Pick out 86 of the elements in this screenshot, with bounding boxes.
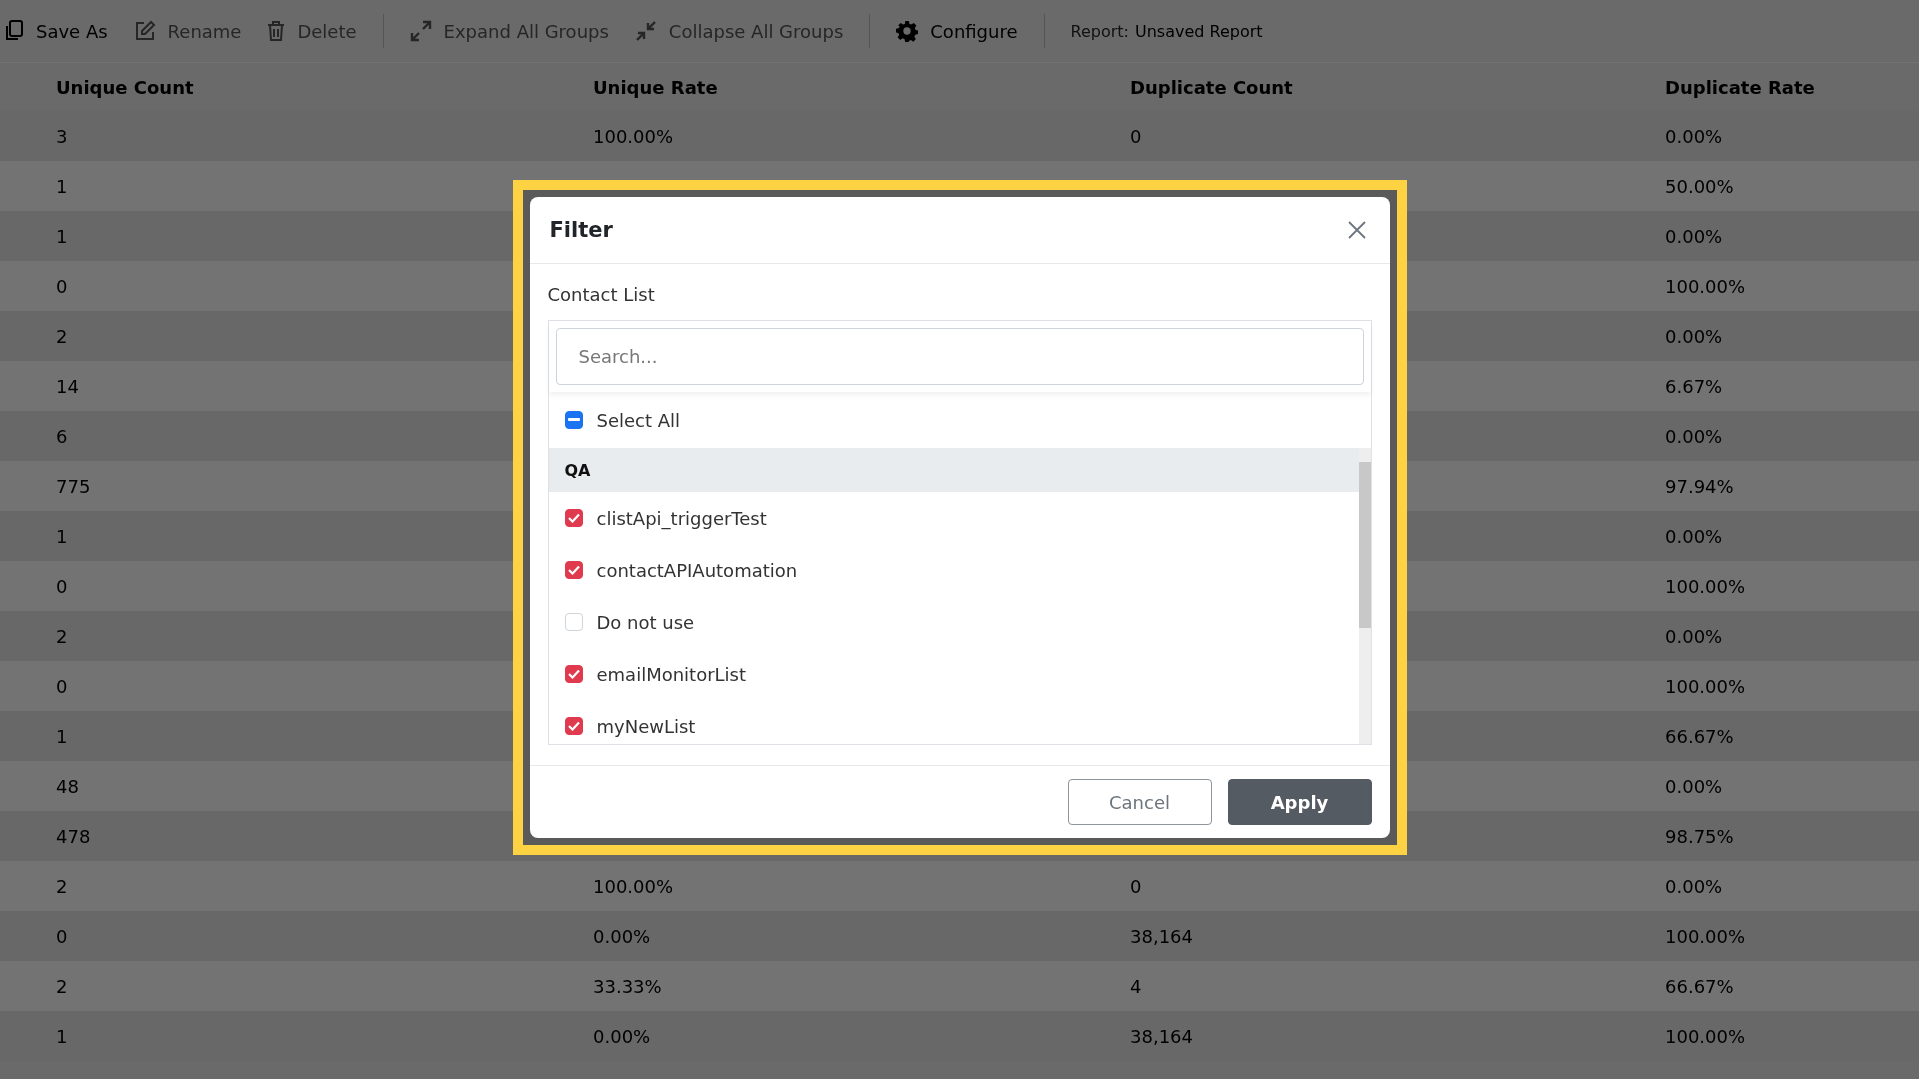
table-cell: 1: [56, 225, 68, 247]
scrollbar[interactable]: [1358, 448, 1371, 744]
table-cell: 66.67%: [1665, 725, 1734, 747]
collapse-icon: [634, 20, 657, 42]
table-cell: 0.00%: [1665, 875, 1723, 897]
table-cell: 100.00%: [593, 125, 674, 147]
table-cell: 0: [56, 925, 68, 947]
table-cell: 0: [1130, 875, 1142, 897]
table-cell: 0.00%: [593, 925, 651, 947]
table-cell: 4: [1130, 975, 1142, 997]
table-cell: 38,164: [1130, 925, 1193, 947]
table-cell: 0: [56, 275, 68, 297]
table-cell: 0: [56, 575, 68, 597]
toolbar-button[interactable]: Save As: [4, 20, 108, 42]
minus-icon: [567, 418, 580, 422]
table-cell: 100.00%: [1665, 925, 1746, 947]
apply-button[interactable]: Apply: [1227, 779, 1372, 825]
table-cell: 1: [56, 175, 68, 197]
field-label: Contact List: [547, 284, 655, 305]
table-cell: 0.00%: [1665, 125, 1723, 147]
table-cell: 0.00%: [1665, 425, 1723, 447]
table-cell: 775: [56, 475, 91, 497]
table-cell: 0.00%: [1665, 775, 1723, 797]
table-cell: 97.94%: [1665, 475, 1734, 497]
table-cell: 2: [56, 325, 68, 347]
check-icon: [567, 721, 580, 731]
checkbox[interactable]: [564, 717, 583, 735]
settings-icon: [896, 20, 919, 42]
column-header: Unique Count: [55, 76, 194, 98]
table-cell: 2: [56, 875, 68, 897]
table-cell: 0.00%: [593, 1025, 651, 1047]
search-field[interactable]: Search...: [555, 328, 1364, 385]
expand-icon: [409, 20, 432, 42]
table-cell: 38,164: [1130, 1025, 1193, 1047]
table-cell: 6.67%: [1665, 375, 1723, 397]
option-label[interactable]: emailMonitorList: [596, 663, 747, 685]
option-label[interactable]: contactAPIAutomation: [596, 559, 798, 581]
copy-icon: [4, 20, 24, 42]
edit-icon: [133, 20, 156, 42]
table-cell: 2: [56, 625, 68, 647]
check-icon: [567, 565, 580, 575]
table-cell: 48: [56, 775, 79, 797]
option-label[interactable]: Do not use: [596, 611, 695, 633]
checkbox[interactable]: [564, 561, 583, 579]
option-label[interactable]: Select All: [596, 409, 681, 431]
table-cell: 100.00%: [593, 875, 674, 897]
table-cell: 100.00%: [1665, 575, 1746, 597]
option-label[interactable]: clistApi_triggerTest: [596, 507, 767, 529]
table-cell: 33.33%: [593, 975, 662, 997]
table-cell: 1: [56, 1025, 68, 1047]
table-cell: 1: [56, 725, 68, 747]
table-cell: 3: [56, 125, 68, 147]
table-cell: 0.00%: [1665, 625, 1723, 647]
toolbar-button[interactable]: Configure: [896, 20, 1018, 42]
checkbox[interactable]: [564, 411, 583, 429]
table-cell: 1: [56, 525, 68, 547]
check-icon: [567, 513, 580, 523]
column-header: Duplicate Rate: [1664, 76, 1815, 98]
table-cell: 0.00%: [1665, 225, 1723, 247]
table-cell: 478: [56, 825, 91, 847]
check-icon: [567, 669, 580, 679]
table-cell: 0.00%: [1665, 325, 1723, 347]
table-cell: 100.00%: [1665, 1025, 1746, 1047]
report-label: Report:: [1070, 21, 1129, 41]
table-cell: 0: [56, 675, 68, 697]
table-cell: 50.00%: [1665, 175, 1734, 197]
table-cell: 0.00%: [1665, 525, 1723, 547]
table-cell: 66.67%: [1665, 975, 1734, 997]
close-icon[interactable]: [1347, 221, 1366, 239]
table-cell: 2: [56, 975, 68, 997]
option-label[interactable]: myNewList: [596, 715, 696, 737]
table-cell: 14: [56, 375, 79, 397]
checkbox[interactable]: [564, 665, 583, 683]
group-header: QA: [548, 448, 1359, 492]
column-header: Unique Rate: [592, 76, 718, 98]
column-header: Duplicate Count: [1129, 76, 1293, 98]
table-cell: 100.00%: [1665, 275, 1746, 297]
report-name: Unsaved Report: [1135, 21, 1263, 41]
table-cell: 6: [56, 425, 68, 447]
trash-icon: [267, 20, 286, 42]
checkbox[interactable]: [564, 509, 583, 527]
table-cell: 0: [1130, 125, 1142, 147]
table-cell: 100.00%: [1665, 675, 1746, 697]
dialog-title: Filter: [549, 218, 613, 242]
cancel-button[interactable]: Cancel: [1067, 779, 1212, 825]
table-cell: 98.75%: [1665, 825, 1734, 847]
